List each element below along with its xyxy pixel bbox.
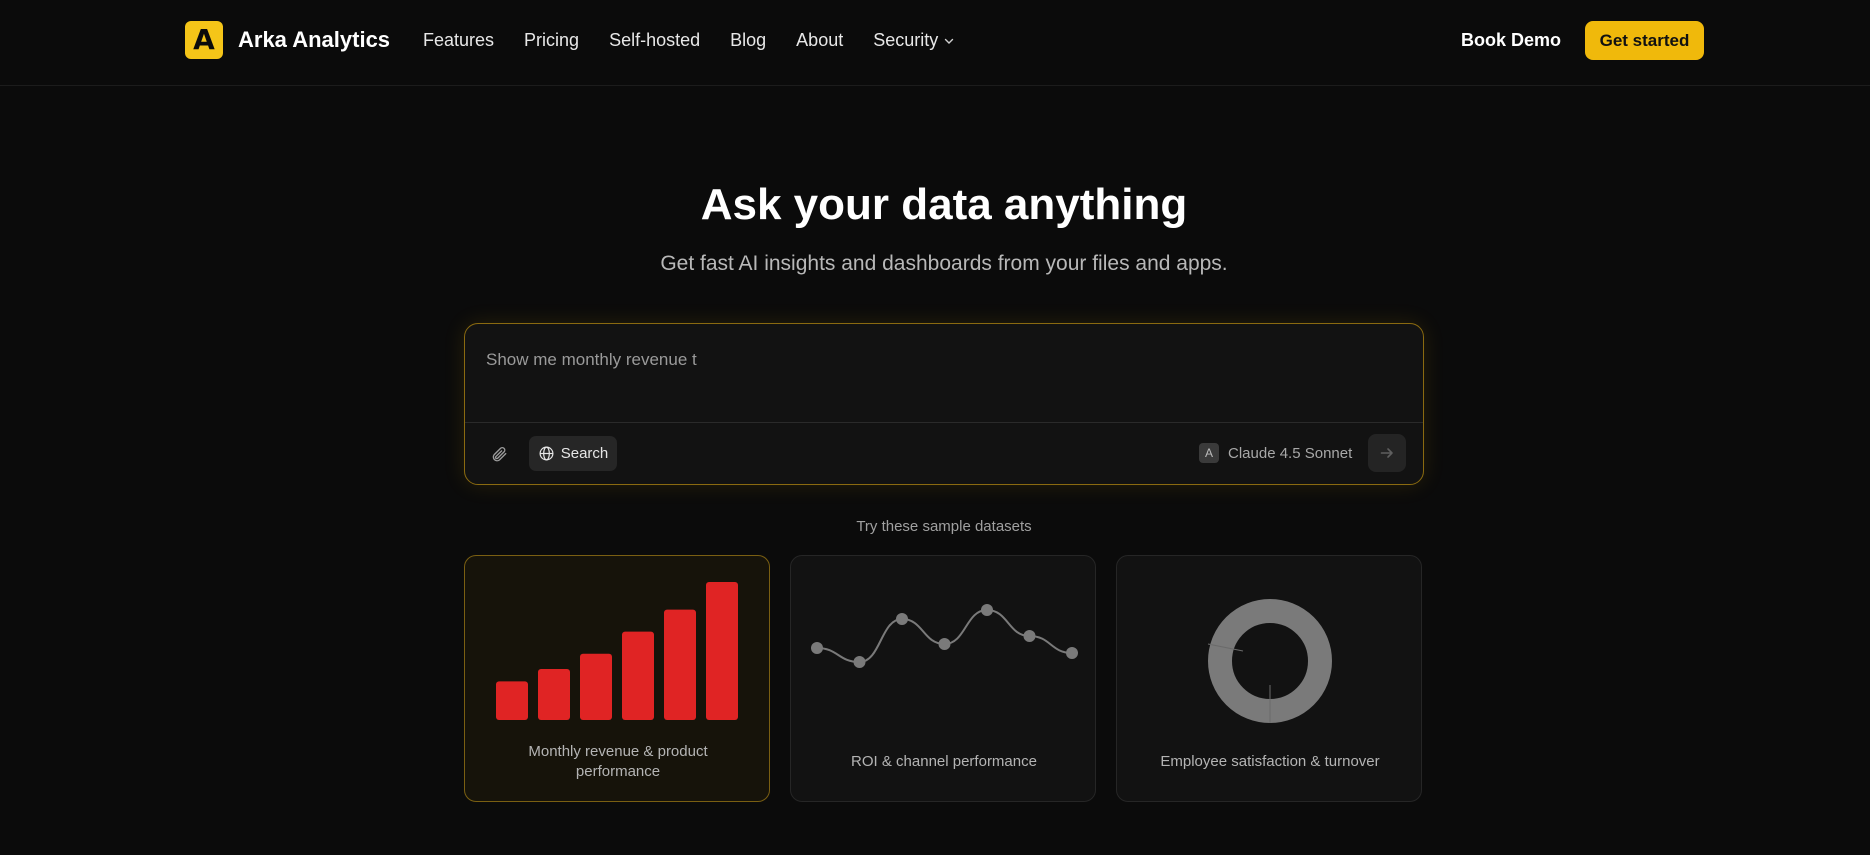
search-button[interactable]: Search bbox=[529, 436, 617, 471]
prompt-divider bbox=[465, 422, 1423, 423]
nav-link-about[interactable]: About bbox=[796, 30, 843, 51]
get-started-button[interactable]: Get started bbox=[1585, 21, 1704, 60]
arrow-right-icon bbox=[1380, 448, 1393, 458]
line-chart-thumbnail bbox=[811, 604, 1078, 668]
search-button-label: Search bbox=[560, 445, 609, 462]
top-nav: A Arka Analytics Features Pricing Self-h… bbox=[0, 0, 1870, 86]
bar bbox=[580, 653, 612, 720]
samples-label: Try these sample datasets bbox=[856, 518, 1032, 535]
model-selector[interactable]: A Claude 4.5 Sonnet bbox=[1199, 443, 1352, 463]
data-point bbox=[1023, 630, 1036, 642]
book-demo-link[interactable]: Book Demo bbox=[1461, 30, 1561, 51]
sample-card-label: Employee satisfaction & turnover bbox=[1160, 753, 1380, 770]
nav-link-self-hosted[interactable]: Self-hosted bbox=[609, 30, 700, 51]
sample-card-revenue[interactable]: Monthly revenue & product performance bbox=[464, 555, 770, 802]
model-badge-icon: A bbox=[1199, 443, 1219, 463]
data-point bbox=[896, 613, 908, 625]
nav-links: Features Pricing Self-hosted Blog About … bbox=[423, 30, 984, 51]
sample-card-roi[interactable]: ROI & channel performance bbox=[790, 555, 1096, 802]
prompt-input[interactable] bbox=[486, 350, 1386, 370]
brand-name[interactable]: Arka Analytics bbox=[238, 27, 390, 53]
chevron-down-icon bbox=[945, 38, 954, 44]
bar-chart-thumbnail bbox=[496, 582, 738, 720]
nav-link-blog[interactable]: Blog bbox=[730, 30, 766, 51]
data-point bbox=[811, 642, 823, 654]
nav-link-security[interactable]: Security bbox=[873, 30, 954, 51]
donut-chart-thumbnail bbox=[1207, 599, 1332, 723]
data-point bbox=[938, 638, 951, 650]
globe-icon bbox=[539, 446, 554, 461]
logo-icon[interactable]: A bbox=[185, 21, 223, 59]
hero-subtitle: Get fast AI insights and dashboards from… bbox=[660, 252, 1228, 275]
bar bbox=[622, 631, 654, 720]
sample-card-label: ROI & channel performance bbox=[851, 753, 1037, 770]
send-button[interactable] bbox=[1368, 434, 1406, 472]
sample-card-employee[interactable]: Employee satisfaction & turnover bbox=[1116, 555, 1422, 802]
data-point bbox=[853, 656, 866, 668]
data-point bbox=[981, 604, 993, 616]
model-name: Claude 4.5 Sonnet bbox=[1228, 444, 1353, 462]
nav-link-features[interactable]: Features bbox=[423, 30, 494, 51]
paperclip-icon bbox=[492, 447, 507, 462]
prompt-box: Search A Claude 4.5 Sonnet bbox=[464, 323, 1424, 485]
sample-card-label: Monthly revenue & product performance bbox=[528, 743, 708, 780]
bar bbox=[706, 582, 738, 720]
nav-link-security-label: Security bbox=[873, 30, 939, 50]
bar bbox=[538, 668, 570, 720]
bar bbox=[496, 681, 528, 720]
attach-button[interactable] bbox=[487, 442, 511, 466]
data-point bbox=[1066, 647, 1078, 659]
hero-title: Ask your data anything bbox=[700, 180, 1188, 229]
nav-link-pricing[interactable]: Pricing bbox=[524, 30, 579, 51]
bar bbox=[664, 609, 696, 720]
